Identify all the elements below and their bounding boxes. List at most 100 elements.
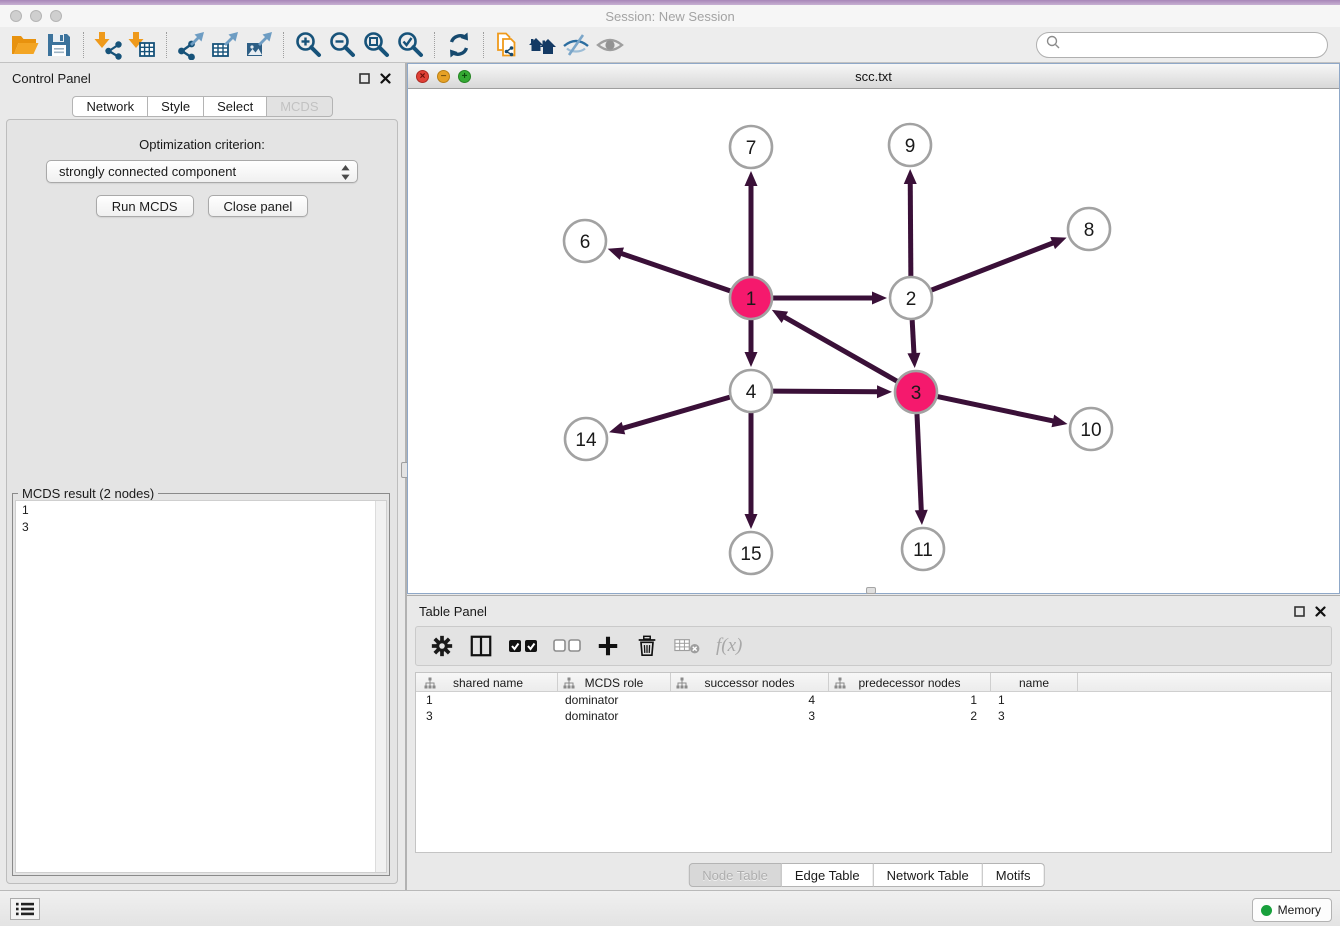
settings-icon[interactable] [430,634,454,658]
network-minimize-button[interactable]: − [437,70,450,83]
list-icon [16,902,34,916]
cell-MCDS-role[interactable]: dominator [558,692,671,708]
graph-node-10[interactable]: 10 [1070,408,1112,450]
tab-node-table[interactable]: Node Table [688,863,782,887]
close-panel-button[interactable]: Close panel [208,195,309,217]
float-panel-icon[interactable] [1293,605,1305,617]
column-header-shared-name[interactable]: shared name [419,673,558,692]
export-image-icon[interactable] [242,29,276,61]
edge-4-3[interactable] [773,385,892,398]
zoom-selected-icon[interactable] [393,29,427,61]
zoom-fit-icon[interactable] [359,29,393,61]
edge-2-3[interactable] [907,320,920,368]
tab-network-table[interactable]: Network Table [874,863,983,887]
cell-successor-nodes[interactable]: 4 [671,692,829,708]
cell-successor-nodes[interactable]: 3 [671,708,829,724]
run-mcds-button[interactable]: Run MCDS [96,195,194,217]
cell-predecessor-nodes[interactable]: 2 [829,708,991,724]
application-window: Session: New Session Control Panel Netwo… [0,0,1340,926]
export-network-icon[interactable] [174,29,208,61]
open-folder-icon[interactable] [8,29,42,61]
float-panel-icon[interactable] [358,72,370,84]
show-task-history-button[interactable] [10,898,40,920]
graph-node-4[interactable]: 4 [730,370,772,412]
mcds-result-textarea[interactable]: 1 3 [15,500,387,873]
optimization-criterion-dropdown[interactable]: strongly connected component [46,160,358,183]
edge-3-11[interactable] [915,414,928,525]
column-header-name[interactable]: name [991,673,1078,692]
graph-node-1[interactable]: 1 [730,277,772,319]
graph-node-6[interactable]: 6 [564,220,606,262]
edge-3-10[interactable] [938,397,1068,428]
cell-name[interactable]: 1 [991,692,1078,708]
cell-name[interactable]: 3 [991,708,1078,724]
import-network-icon[interactable] [91,29,125,61]
edge-3-1[interactable] [772,310,897,381]
network-canvas[interactable]: 7 9 6 8 1 2 4 3 14 10 15 11 [408,89,1339,593]
export-table-icon[interactable] [208,29,242,61]
memory-label: Memory [1278,903,1321,917]
zoom-window-button[interactable] [50,10,62,22]
delete-row-icon[interactable] [635,634,659,658]
edge-4-14[interactable] [609,397,730,434]
cell-shared-name[interactable]: 1 [419,692,558,708]
search-box[interactable] [1036,32,1328,58]
table-row[interactable]: 3dominator323 [416,708,1331,724]
duplicate-network-icon[interactable] [491,29,525,61]
tab-network[interactable]: Network [72,96,148,117]
control-panel-tabs: NetworkStyleSelectMCDS [0,96,405,117]
edge-2-9[interactable] [904,169,917,276]
graph-node-2[interactable]: 2 [890,277,932,319]
edge-1-2[interactable] [773,292,887,305]
table-header-row: shared nameMCDS rolesuccessor nodesprede… [416,673,1331,692]
search-input[interactable] [1065,35,1327,55]
tab-select[interactable]: Select [204,96,267,117]
graph-node-11[interactable]: 11 [902,528,944,570]
deselect-all-icon[interactable] [553,639,581,653]
graph-node-15[interactable]: 15 [730,532,772,574]
memory-button[interactable]: Memory [1252,898,1332,922]
edge-4-15[interactable] [745,413,758,529]
graph-node-3[interactable]: 3 [895,371,937,413]
import-table-icon[interactable] [125,29,159,61]
close-window-button[interactable] [10,10,22,22]
column-header-MCDS-role[interactable]: MCDS role [558,673,671,692]
graph-node-9[interactable]: 9 [889,124,931,166]
zoom-out-icon[interactable] [325,29,359,61]
hide-panels-icon[interactable] [559,29,593,61]
tab-motifs[interactable]: Motifs [983,863,1045,887]
cell-predecessor-nodes[interactable]: 1 [829,692,991,708]
edge-1-4[interactable] [745,320,758,367]
close-panel-icon[interactable] [379,72,391,84]
table-row[interactable]: 1dominator411 [416,692,1331,708]
mcds-result-lines: 1 3 [16,501,386,537]
graph-node-14[interactable]: 14 [565,418,607,460]
select-all-icon[interactable] [508,638,538,654]
tab-mcds[interactable]: MCDS [267,96,332,117]
split-pane-icon[interactable] [469,634,493,658]
result-scrollbar[interactable] [375,501,386,872]
zoom-in-icon[interactable] [291,29,325,61]
graph-node-8[interactable]: 8 [1068,208,1110,250]
close-panel-icon[interactable] [1314,605,1326,617]
network-close-button[interactable]: × [416,70,429,83]
show-panels-icon[interactable] [593,29,627,61]
column-header-predecessor-nodes[interactable]: predecessor nodes [829,673,991,692]
column-header-successor-nodes[interactable]: successor nodes [671,673,829,692]
edge-1-6[interactable] [608,248,730,291]
save-icon[interactable] [42,29,76,61]
minimize-window-button[interactable] [30,10,42,22]
cell-shared-name[interactable]: 3 [419,708,558,724]
network-maximize-button[interactable]: + [458,70,471,83]
edge-1-7[interactable] [745,171,758,276]
horizontal-splitter-handle[interactable] [866,587,876,594]
add-row-icon[interactable] [596,634,620,658]
network-window-titlebar[interactable]: × − + scc.txt [408,64,1339,89]
graph-node-7[interactable]: 7 [730,126,772,168]
refresh-icon[interactable] [442,29,476,61]
cell-MCDS-role[interactable]: dominator [558,708,671,724]
edge-2-8[interactable] [932,237,1067,290]
tab-style[interactable]: Style [148,96,204,117]
tab-edge-table[interactable]: Edge Table [782,863,874,887]
home-icon[interactable] [525,29,559,61]
